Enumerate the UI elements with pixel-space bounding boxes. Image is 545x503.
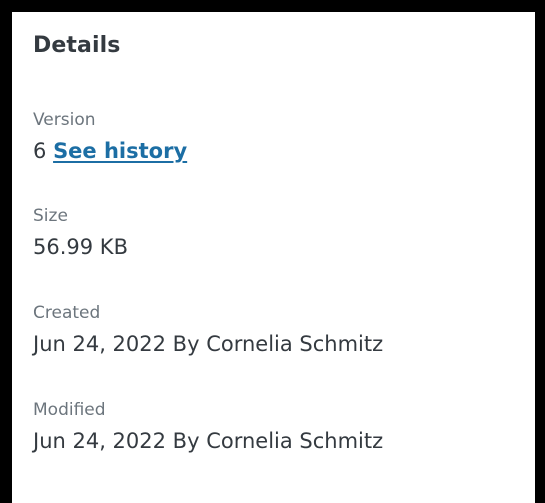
version-value-row: 6 See history (33, 137, 187, 165)
modified-value: Jun 24, 2022 By Cornelia Schmitz (33, 429, 384, 453)
modified-label: Modified (33, 400, 106, 420)
created-label: Created (33, 303, 101, 323)
created-value: Jun 24, 2022 By Cornelia Schmitz (33, 332, 384, 356)
size-label: Size (33, 206, 68, 226)
version-label: Version (33, 110, 96, 130)
size-value: 56.99 KB (33, 235, 128, 259)
modified-field: Modified Jun 24, 2022 By Cornelia Schmit… (33, 399, 383, 455)
version-field: Version 6 See history (33, 109, 187, 165)
panel-title: Details (33, 33, 121, 58)
size-field: Size 56.99 KB (33, 205, 128, 261)
version-number: 6 (33, 139, 47, 163)
created-field: Created Jun 24, 2022 By Cornelia Schmitz (33, 302, 383, 358)
details-panel: Details Version 6 See history Size 56.99… (0, 0, 545, 503)
see-history-link[interactable]: See history (53, 139, 187, 163)
